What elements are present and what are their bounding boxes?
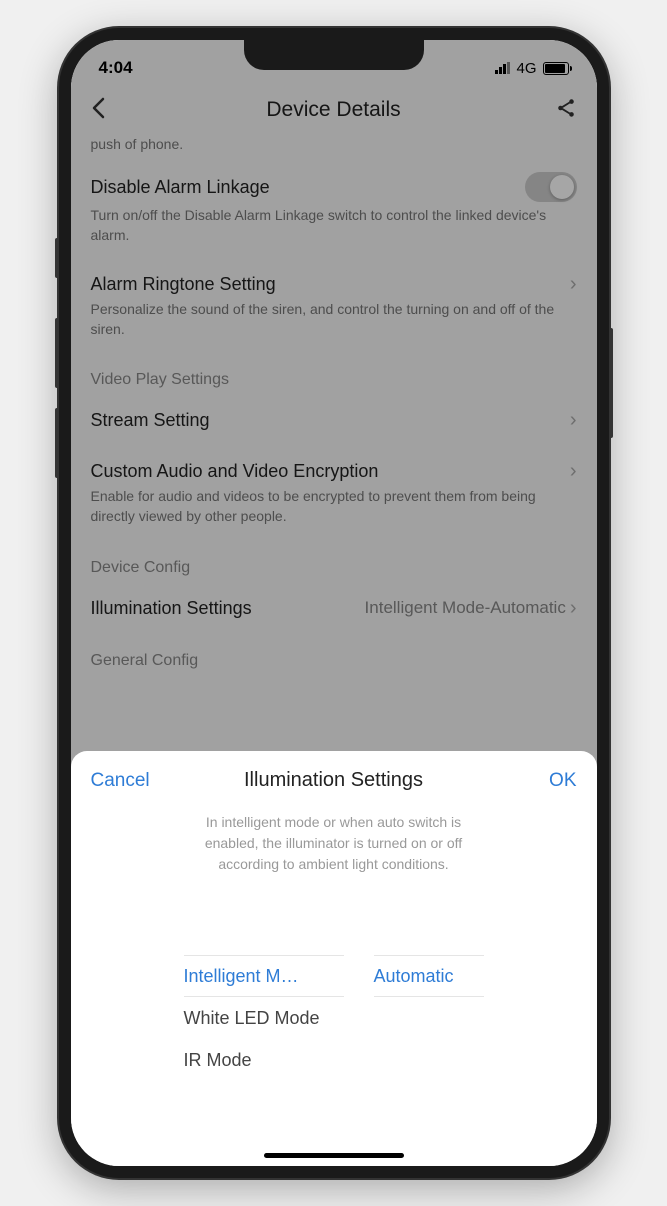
side-button [55, 408, 59, 478]
picker-option[interactable]: IR Mode [184, 1039, 344, 1081]
sheet-description: In intelligent mode or when auto switch … [189, 812, 479, 875]
picker-option-selected[interactable]: Automatic [374, 955, 484, 997]
picker-option-selected[interactable]: Intelligent M… [184, 955, 344, 997]
home-indicator[interactable] [264, 1153, 404, 1158]
side-button [609, 328, 613, 438]
picker[interactable]: Intelligent M… White LED Mode IR Mode Au… [91, 955, 577, 1081]
sheet-title: Illumination Settings [161, 769, 507, 792]
side-button [55, 238, 59, 278]
phone-frame: 4:04 4G Device Details push of phone. [59, 28, 609, 1178]
cancel-button[interactable]: Cancel [91, 770, 161, 792]
action-sheet: Cancel Illumination Settings OK In intel… [71, 751, 597, 1166]
picker-column-submode[interactable]: Automatic [374, 955, 484, 1081]
picker-column-mode[interactable]: Intelligent M… White LED Mode IR Mode [184, 955, 344, 1081]
side-button [55, 318, 59, 388]
picker-option[interactable]: White LED Mode [184, 997, 344, 1039]
ok-button[interactable]: OK [507, 770, 577, 792]
screen: 4:04 4G Device Details push of phone. [71, 40, 597, 1166]
notch [244, 40, 424, 70]
